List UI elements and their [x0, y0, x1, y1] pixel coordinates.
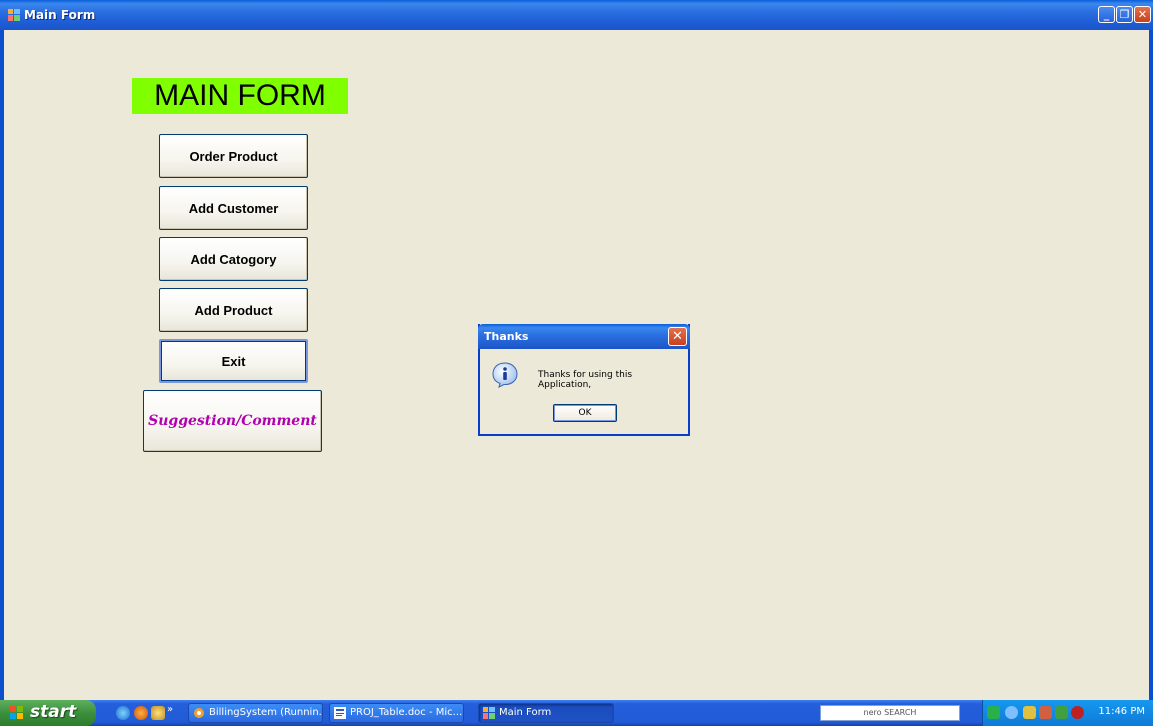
task-label: Main Form	[499, 707, 552, 718]
window-frame-right	[1149, 30, 1153, 700]
info-icon	[492, 362, 518, 388]
page-title: MAIN FORM	[132, 78, 348, 114]
tray-app-icon[interactable]	[1071, 706, 1084, 719]
start-button[interactable]: start	[0, 700, 96, 726]
app-icon	[8, 9, 20, 21]
dialog-message: Thanks for using this Application,	[538, 370, 633, 390]
start-label: start	[30, 702, 77, 722]
add-product-button[interactable]: Add Product	[159, 288, 308, 332]
add-category-button[interactable]: Add Catogory	[159, 237, 308, 281]
tray-app-icon[interactable]	[1055, 706, 1068, 719]
task-proj-table-doc[interactable]: PROJ_Table.doc - Mic...	[329, 703, 464, 723]
desktop-icon[interactable]	[151, 706, 165, 720]
task-billingsystem[interactable]: BillingSystem (Runnin...	[188, 703, 323, 723]
tray-arrow-icon[interactable]	[1005, 706, 1018, 719]
tray-app-icon[interactable]	[1039, 706, 1052, 719]
add-customer-button[interactable]: Add Customer	[159, 186, 308, 230]
order-product-button[interactable]: Order Product	[159, 134, 308, 178]
maximize-button[interactable]: ❐	[1116, 6, 1133, 23]
minimize-button[interactable]: _	[1098, 6, 1115, 23]
word-icon	[334, 707, 346, 719]
firefox-icon[interactable]	[134, 706, 148, 720]
ok-button[interactable]: OK	[553, 404, 617, 422]
vs-icon	[194, 708, 204, 718]
close-button[interactable]: ✕	[1134, 6, 1151, 23]
app-icon	[483, 707, 495, 719]
taskbar: start » BillingSystem (Runnin... PROJ_Ta…	[0, 700, 1153, 726]
tray-app-icon[interactable]	[1023, 706, 1036, 719]
suggestion-comment-button[interactable]: Suggestion/Comment	[143, 390, 322, 452]
window-title: Main Form	[24, 8, 96, 22]
dialog-title-bar[interactable]: Thanks ✕	[478, 324, 690, 349]
task-main-form[interactable]: Main Form	[478, 703, 614, 723]
clock: 11:46 PM	[1098, 706, 1145, 717]
quick-launch-chevron[interactable]: »	[167, 704, 173, 715]
dialog-title: Thanks	[484, 330, 529, 343]
system-tray: 11:46 PM	[982, 700, 1153, 726]
window-title-bar[interactable]: Main Form _ ❐ ✕	[0, 0, 1153, 30]
dialog-close-button[interactable]: ✕	[668, 327, 687, 346]
ie-icon[interactable]	[116, 706, 130, 720]
task-label: BillingSystem (Runnin...	[209, 707, 323, 718]
thanks-dialog: Thanks ✕ Thanks for using this Applicati…	[478, 324, 690, 436]
windows-flag-icon	[10, 706, 23, 719]
network-icon[interactable]	[987, 706, 1000, 719]
exit-button[interactable]: Exit	[159, 339, 308, 383]
window-frame-left	[0, 30, 4, 700]
task-label: PROJ_Table.doc - Mic...	[350, 707, 463, 718]
nero-search-box[interactable]: nero SEARCH	[820, 705, 960, 721]
